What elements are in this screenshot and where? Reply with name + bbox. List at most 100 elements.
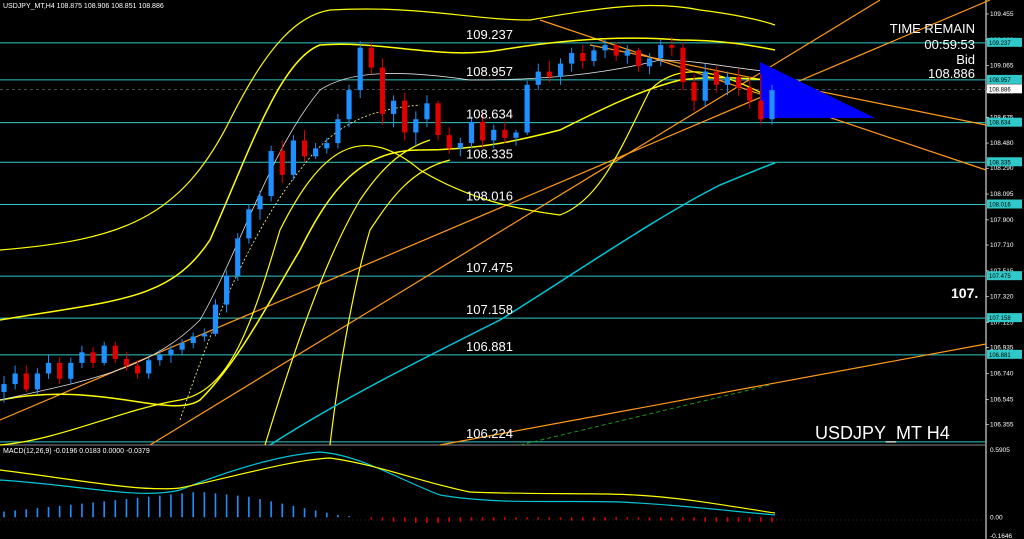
macd-label: MACD(12,26,9) -0.0196 0.0183 0.0000 -0.0… — [3, 448, 150, 455]
candle-body — [346, 90, 352, 120]
candle-body — [413, 119, 419, 133]
candle-body — [769, 90, 775, 120]
candle-body — [168, 349, 174, 355]
bid-tag: 108.886 — [989, 87, 1011, 93]
level-label: 108.016 — [466, 189, 513, 204]
candle-body — [669, 45, 675, 48]
candle-body — [179, 343, 185, 350]
level-tag: 106.881 — [989, 353, 1011, 359]
candle-body — [279, 151, 285, 175]
candle-body — [468, 121, 475, 144]
candle-body — [624, 50, 630, 56]
macd-axis-label: 0.5905 — [990, 447, 1010, 454]
candle-body — [45, 362, 52, 374]
candle-body — [424, 103, 430, 120]
axis-tick-label: 108.095 — [990, 191, 1014, 198]
candle-body — [101, 345, 107, 363]
bid-label: Bid — [956, 52, 975, 67]
level-tag: 108.634 — [989, 121, 1011, 127]
candle-body — [123, 358, 130, 366]
candle-body — [134, 365, 141, 374]
level-tag: 109.237 — [989, 41, 1011, 47]
candle-body — [602, 45, 608, 51]
level-tag: 108.957 — [989, 78, 1011, 84]
candle-body — [613, 45, 619, 56]
candle-body — [658, 45, 664, 59]
level-tag: 108.335 — [989, 160, 1011, 166]
candle-body — [736, 76, 742, 88]
candle-body — [246, 209, 252, 239]
candle-body — [535, 71, 541, 85]
axis-tick-label: 108.480 — [990, 140, 1014, 147]
candle-body — [646, 58, 653, 67]
candle-body — [1, 384, 7, 393]
axis-tick-label: 109.455 — [990, 11, 1014, 18]
candle-body — [557, 63, 564, 77]
candle-body — [435, 103, 441, 136]
candle-body — [301, 140, 308, 157]
candle-body — [713, 71, 719, 85]
candle-body — [591, 50, 597, 61]
candle-body — [146, 360, 152, 374]
candle-body — [34, 373, 40, 390]
candle-body — [290, 140, 296, 175]
candle-body — [235, 238, 241, 276]
axis-tick-label: 109.065 — [990, 63, 1014, 70]
macd-axis-label: -0.1646 — [990, 533, 1012, 539]
candle-body — [546, 71, 552, 77]
candle-body — [569, 53, 575, 64]
candle-body — [580, 53, 586, 61]
candle-body — [268, 151, 274, 197]
candle-body — [513, 132, 519, 138]
chart-canvas[interactable]: USDJPY_MT,H4 108.875 108.906 108.851 108… — [0, 0, 1024, 539]
candle-body — [747, 87, 753, 101]
axis-tick-label: 107.320 — [990, 294, 1014, 301]
candle-body — [758, 100, 764, 120]
candle-body — [446, 135, 452, 149]
candle-body — [324, 143, 330, 149]
axis-tick-label: 106.545 — [990, 396, 1014, 403]
candle-body — [724, 76, 731, 85]
candle-body — [691, 82, 697, 101]
candle-body — [79, 352, 85, 363]
level-tag: 108.016 — [989, 203, 1011, 209]
candle-body — [502, 129, 508, 138]
candle-body — [112, 345, 118, 359]
level-tag: 107.158 — [989, 316, 1011, 322]
candle-body — [313, 148, 319, 157]
candle-body — [491, 129, 497, 141]
candle-body — [368, 47, 374, 68]
symbol-watermark: USDJPY_MT H4 — [815, 423, 950, 444]
candle-body — [12, 373, 18, 385]
candle-body — [480, 121, 486, 141]
candle-body — [190, 336, 196, 344]
candle-body — [212, 304, 219, 334]
candle-body — [402, 100, 408, 133]
candle-body — [635, 50, 642, 67]
time-remain-label: TIME REMAIN — [890, 21, 975, 36]
level-label: 106.224 — [466, 426, 513, 441]
level-tag: 107.475 — [989, 274, 1011, 280]
candle-body — [23, 373, 29, 390]
candle-body — [457, 143, 463, 149]
level-label: 107.158 — [466, 302, 513, 317]
candle-body — [335, 119, 341, 144]
candle-body — [68, 362, 74, 379]
candle-body — [157, 354, 163, 361]
candle-body — [702, 71, 708, 101]
macd-axis-label: 0.00 — [990, 514, 1003, 521]
axis-tick-label: 107.710 — [990, 242, 1014, 249]
big-price-label: 107. — [951, 285, 978, 301]
axis-tick-label: 106.740 — [990, 370, 1014, 377]
axis-tick-label: 107.900 — [990, 217, 1014, 224]
bid-value: 108.886 — [928, 66, 975, 81]
level-label: 108.957 — [466, 64, 513, 79]
candle-body — [201, 333, 207, 337]
candle-body — [90, 352, 96, 363]
candle-body — [357, 47, 363, 91]
candle-body — [379, 67, 386, 114]
level-label: 107.475 — [466, 260, 513, 275]
candle-body — [524, 84, 530, 133]
level-label: 108.335 — [466, 146, 513, 161]
candle-body — [390, 100, 397, 114]
